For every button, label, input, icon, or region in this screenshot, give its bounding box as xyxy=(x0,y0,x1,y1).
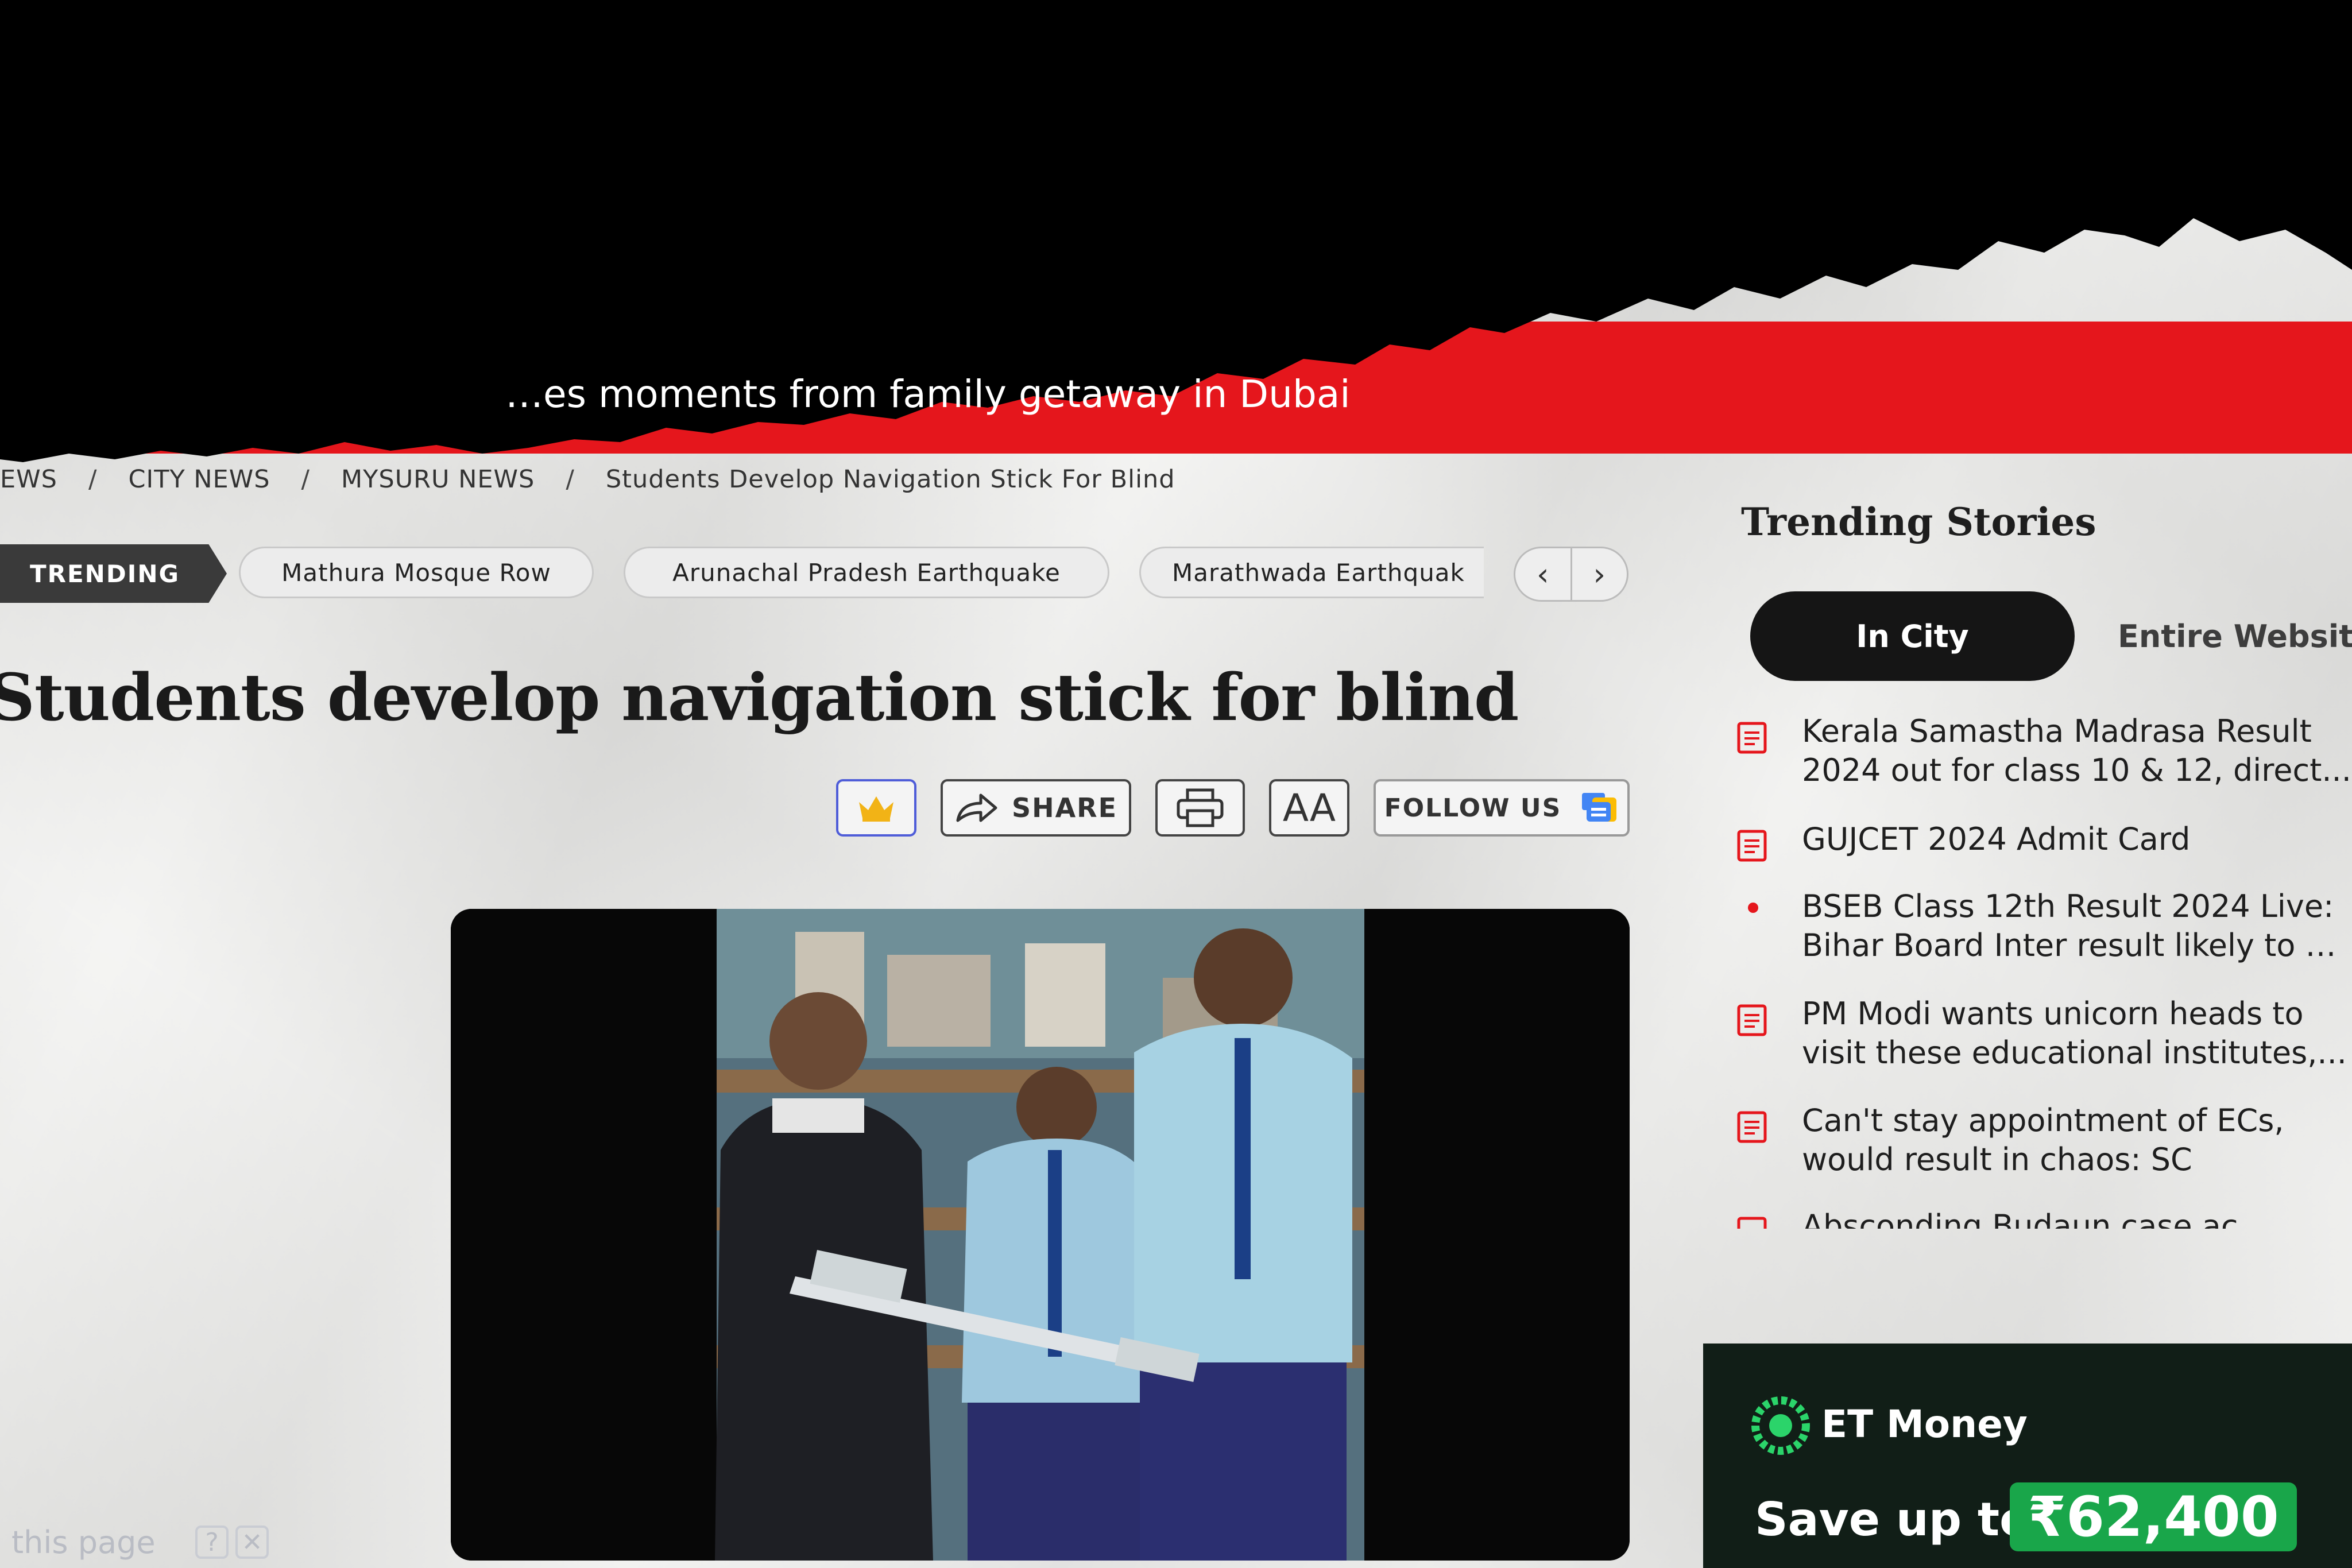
help-icon[interactable]: ? xyxy=(195,1526,229,1559)
story-item[interactable]: BSEB Class 12th Result 2024 Live: Bihar … xyxy=(1735,887,2352,965)
chevron-right-icon[interactable]: › xyxy=(1570,548,1627,600)
live-dot-icon xyxy=(1748,903,1758,913)
breadcrumb-item-city-news[interactable]: CITY NEWS xyxy=(128,465,270,494)
ad-amount-badge: ₹62,400 xyxy=(2010,1482,2297,1551)
translate-toolbar: this page ? ✕ xyxy=(0,1519,276,1565)
story-line: 2024 out for class 10 & 12, direct... xyxy=(1802,752,2351,788)
trending-story-list: Kerala Samastha Madrasa Result 2024 out … xyxy=(1735,712,2352,1229)
story-item[interactable]: Absconding Budaun case ac... xyxy=(1735,1207,2352,1229)
share-icon xyxy=(956,793,997,822)
breadcrumb-separator: / xyxy=(566,465,575,494)
ticker-headline[interactable]: …es moments from family getaway in Dubai xyxy=(505,372,1351,416)
crown-icon xyxy=(859,796,893,822)
trending-chip-label: Arunachal Pradesh Earthquake xyxy=(672,558,1061,587)
breadcrumb-separator: / xyxy=(88,465,98,494)
follow-label: FOLLOW US xyxy=(1384,793,1562,823)
share-label: SHARE xyxy=(1011,792,1118,823)
story-line: Absconding Budaun case ac... xyxy=(1802,1208,2268,1229)
ad-save-text: Save up to xyxy=(1755,1493,2032,1546)
trending-chip-mathura[interactable]: Mathura Mosque Row xyxy=(239,547,594,598)
print-icon xyxy=(1177,788,1224,827)
article-icon xyxy=(1737,722,1767,754)
story-item[interactable]: GUJCET 2024 Admit Card xyxy=(1735,820,2352,864)
chevron-left-icon[interactable]: ‹ xyxy=(1515,548,1570,600)
story-line: Can't stay appointment of ECs, xyxy=(1802,1102,2284,1139)
students-photo-illustration xyxy=(451,909,1630,1561)
tab-in-city[interactable]: In City xyxy=(1750,591,2075,681)
tab-entire-website[interactable]: Entire Website xyxy=(2118,591,2352,681)
article-icon xyxy=(1737,1217,1767,1229)
article-icon xyxy=(1737,830,1767,862)
story-title: Can't stay appointment of ECs, would res… xyxy=(1802,1101,2352,1179)
story-line: would result in chaos: SC xyxy=(1802,1141,2192,1178)
trending-chip-label: Marathwada Earthquak xyxy=(1172,558,1465,587)
story-line: PM Modi wants unicorn heads to xyxy=(1802,996,2304,1032)
story-item[interactable]: Kerala Samastha Madrasa Result 2024 out … xyxy=(1735,712,2352,790)
breadcrumb-item-mysuru-news[interactable]: MYSURU NEWS xyxy=(341,465,535,494)
trending-label-text: TRENDING xyxy=(30,559,180,588)
breadcrumb-separator: / xyxy=(301,465,311,494)
print-button[interactable] xyxy=(1155,779,1245,837)
breadcrumb-item-news[interactable]: EWS xyxy=(0,465,57,494)
et-money-logo-icon xyxy=(1751,1396,1810,1455)
article-icon xyxy=(1737,1111,1767,1143)
sidebar-title: Trending Stories xyxy=(1741,500,2096,544)
story-line: Kerala Samastha Madrasa Result xyxy=(1802,713,2312,749)
trending-tabs: In City Entire Website xyxy=(1750,591,2352,683)
story-line: visit these educational institutes,... xyxy=(1802,1035,2347,1071)
translate-bar-text: this page xyxy=(11,1524,156,1561)
trending-chip-label: Mathura Mosque Row xyxy=(281,558,551,587)
story-line: Bihar Board Inter result likely to b... xyxy=(1802,927,2352,963)
trending-nav: ‹ › xyxy=(1514,547,1628,602)
article-headline: Students develop navigation stick for bl… xyxy=(0,660,1519,735)
breadcrumb-current: Students Develop Navigation Stick For Bl… xyxy=(605,465,1175,494)
article-photo[interactable] xyxy=(451,909,1630,1561)
follow-us-button[interactable]: FOLLOW US xyxy=(1374,779,1630,837)
prime-button[interactable] xyxy=(836,779,916,837)
story-title: PM Modi wants unicorn heads to visit the… xyxy=(1802,994,2352,1073)
breadcrumb: EWS / CITY NEWS / MYSURU NEWS / Students… xyxy=(0,462,1175,497)
story-item[interactable]: Can't stay appointment of ECs, would res… xyxy=(1735,1101,2352,1179)
share-button[interactable]: SHARE xyxy=(941,779,1131,837)
trending-chip-arunachal[interactable]: Arunachal Pradesh Earthquake xyxy=(624,547,1109,598)
story-title: GUJCET 2024 Admit Card xyxy=(1802,820,2352,864)
et-money-ad[interactable]: ET Money Save up to ₹62,400 xyxy=(1703,1344,2352,1568)
close-icon[interactable]: ✕ xyxy=(235,1526,269,1559)
trending-chip-marathwada[interactable]: Marathwada Earthquak xyxy=(1139,547,1484,598)
story-line: GUJCET 2024 Admit Card xyxy=(1802,821,2191,857)
trending-label: TRENDING xyxy=(0,544,227,603)
font-size-label: AA xyxy=(1282,785,1336,830)
ad-brand: ET Money xyxy=(1821,1402,2028,1446)
font-size-button[interactable]: AA xyxy=(1269,779,1349,837)
story-item[interactable]: PM Modi wants unicorn heads to visit the… xyxy=(1735,994,2352,1073)
story-title: Absconding Budaun case ac... xyxy=(1802,1207,2352,1229)
story-title: BSEB Class 12th Result 2024 Live: Bihar … xyxy=(1802,887,2352,965)
google-news-icon xyxy=(1582,793,1617,822)
story-line: BSEB Class 12th Result 2024 Live: xyxy=(1802,888,2334,924)
article-icon xyxy=(1737,1004,1767,1036)
story-title: Kerala Samastha Madrasa Result 2024 out … xyxy=(1802,712,2352,790)
